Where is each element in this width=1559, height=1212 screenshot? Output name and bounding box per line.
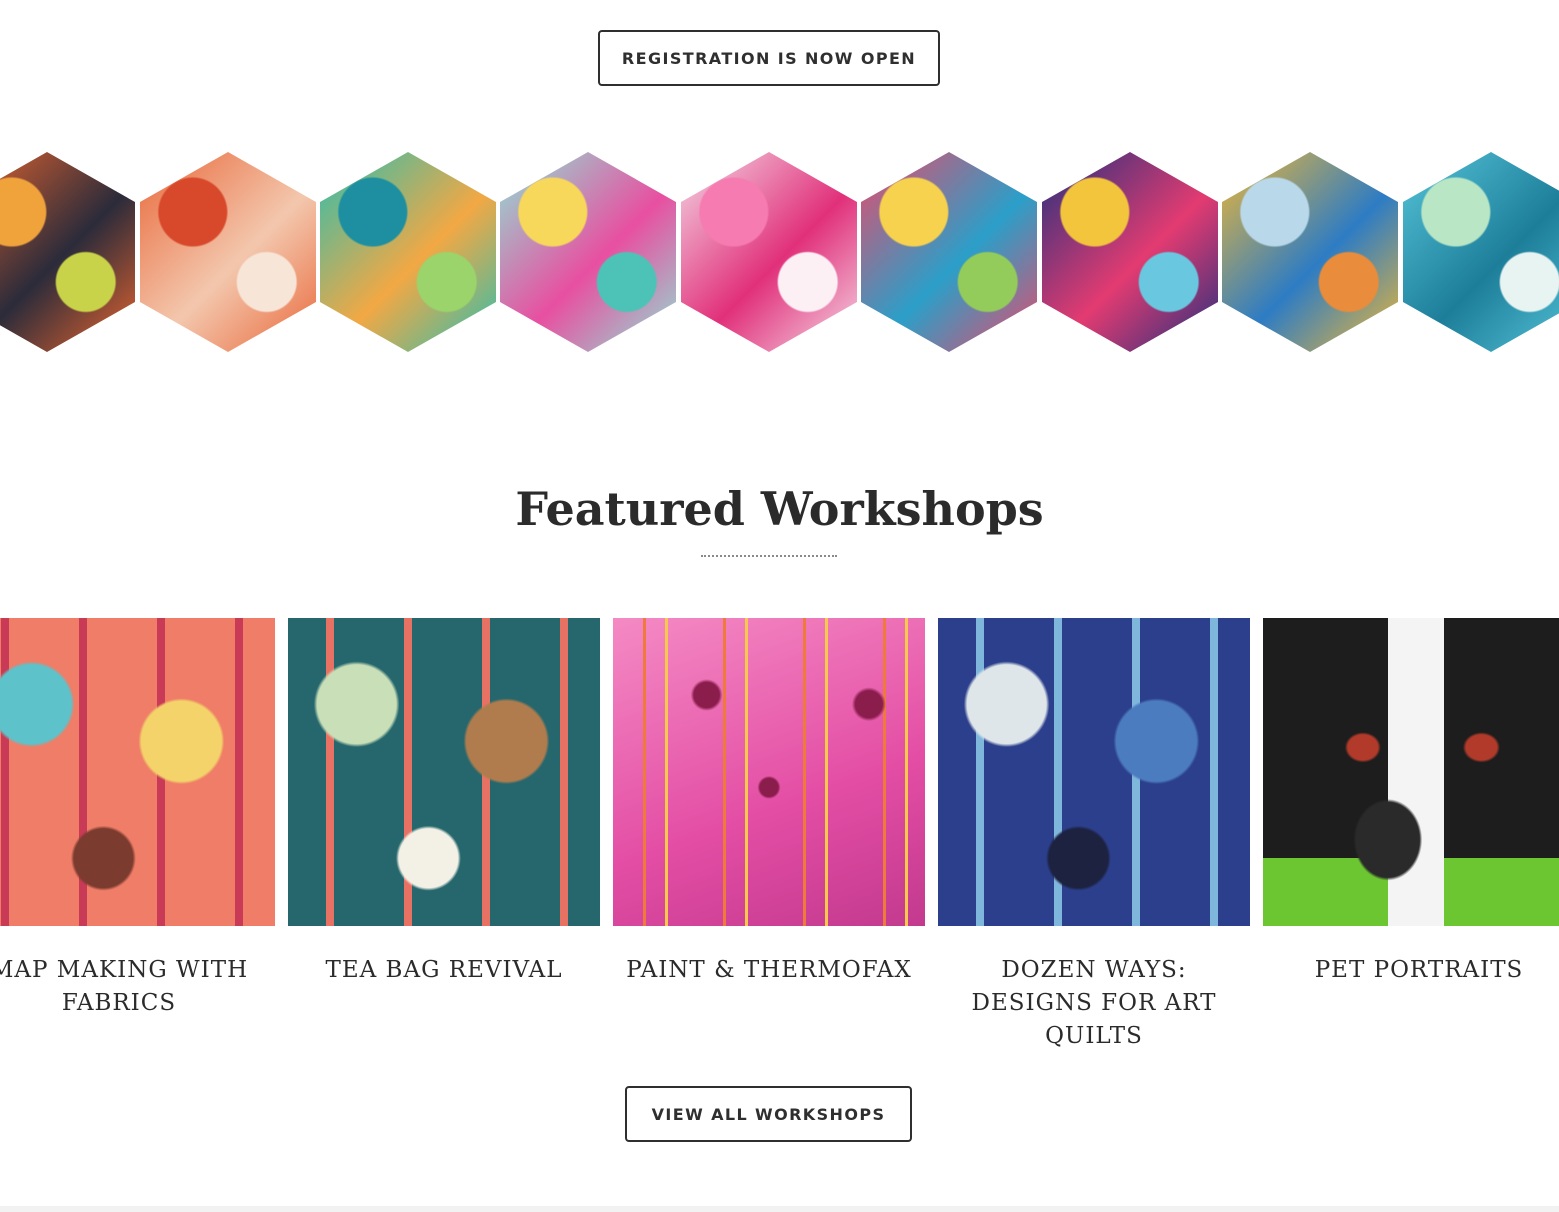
workshop-card[interactable]: PAINT & THERMOFAX xyxy=(613,618,925,987)
workshop-title[interactable]: MAP MAKING WITH FABRICS xyxy=(0,954,275,1020)
hex-gallery xyxy=(0,150,1559,354)
hex-art-floral-vase[interactable] xyxy=(500,152,676,352)
page: REGISTRATION IS NOW OPEN Featured Worksh… xyxy=(0,0,1559,1212)
view-all-workshops-button[interactable]: VIEW ALL WORKSHOPS xyxy=(625,1086,912,1142)
section-title: Featured Workshops xyxy=(515,482,1044,536)
workshop-title[interactable]: TEA BAG REVIVAL xyxy=(288,954,600,987)
hex-art-abstract-mosaic[interactable] xyxy=(1042,152,1218,352)
workshop-image[interactable] xyxy=(1263,618,1559,926)
footer-strip xyxy=(0,1206,1559,1212)
workshop-image[interactable] xyxy=(288,618,600,926)
workshop-card[interactable]: TEA BAG REVIVAL xyxy=(288,618,600,987)
workshop-image[interactable] xyxy=(0,618,275,926)
registration-button[interactable]: REGISTRATION IS NOW OPEN xyxy=(598,30,940,86)
workshop-title[interactable]: PET PORTRAITS xyxy=(1263,954,1559,987)
hex-art-pink-watercolor[interactable] xyxy=(681,152,857,352)
hex-art-turquoise-botanical[interactable] xyxy=(320,152,496,352)
workshop-card[interactable]: PET PORTRAITS xyxy=(1263,618,1559,987)
hex-art-fish-dye[interactable] xyxy=(1403,152,1559,352)
workshop-image[interactable] xyxy=(938,618,1250,926)
workshop-card[interactable]: DOZEN WAYS: DESIGNS FOR ART QUILTS xyxy=(938,618,1250,1053)
workshop-card[interactable]: MAP MAKING WITH FABRICS xyxy=(0,618,275,1020)
hex-art-circles-quilt[interactable] xyxy=(861,152,1037,352)
hex-art-orange-x-collage[interactable] xyxy=(0,152,135,352)
workshop-title[interactable]: PAINT & THERMOFAX xyxy=(613,954,925,987)
hex-art-girl-silhouette[interactable] xyxy=(140,152,316,352)
hex-art-blue-landscape[interactable] xyxy=(1222,152,1398,352)
workshop-image[interactable] xyxy=(613,618,925,926)
title-divider xyxy=(701,555,837,557)
workshop-title[interactable]: DOZEN WAYS: DESIGNS FOR ART QUILTS xyxy=(938,954,1250,1053)
